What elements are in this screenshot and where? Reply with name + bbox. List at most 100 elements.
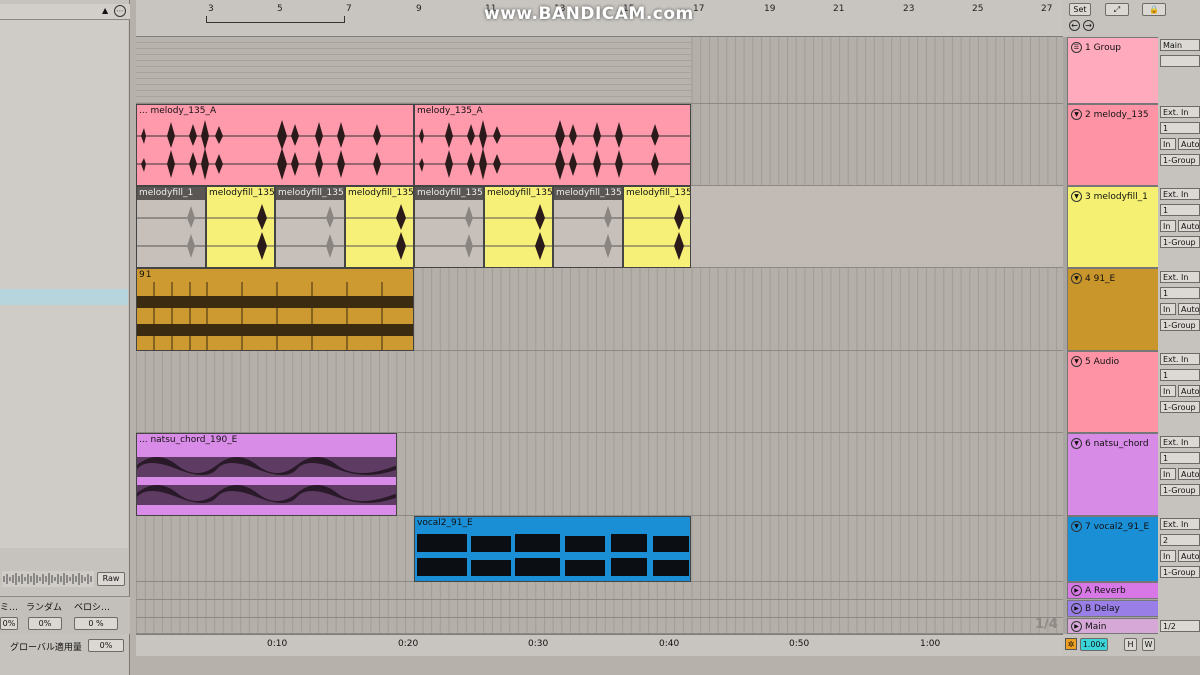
clip-melodyfill[interactable]: melodyfill_135 — [484, 186, 553, 268]
clip-melodyfill[interactable]: melodyfill_135 — [275, 186, 345, 268]
track-header-melodyfill[interactable]: ▼ 3 melodyfill_1 — [1067, 186, 1159, 268]
monitor-in-button[interactable]: In — [1160, 550, 1176, 562]
track-header-audio[interactable]: ▼ 5 Audio — [1067, 351, 1159, 433]
output-select[interactable]: 1-Group — [1160, 319, 1200, 331]
set-button[interactable]: Set — [1069, 3, 1091, 16]
track-header-drum[interactable]: ▼ 4 91_E — [1067, 268, 1159, 351]
monitor-auto-button[interactable]: Auto — [1178, 138, 1200, 150]
return-header-delay[interactable]: ▶ B Delay — [1067, 600, 1159, 617]
monitor-in-button[interactable]: In — [1160, 468, 1176, 480]
lane-delay[interactable] — [136, 600, 1063, 618]
play-icon[interactable]: ▶ — [1071, 585, 1082, 596]
bar-tick: 9 — [416, 4, 422, 14]
input-channel-select[interactable]: 1 — [1160, 452, 1200, 464]
fold-arrow-icon[interactable]: ▼ — [1071, 191, 1082, 202]
grid-fraction: 1/4 — [1035, 617, 1058, 632]
lane-group[interactable] — [136, 37, 1063, 104]
monitor-in-button[interactable]: In — [1160, 220, 1176, 232]
track-header-group[interactable]: ☰ 1 Group — [1067, 37, 1159, 104]
h-button[interactable]: H — [1124, 638, 1137, 651]
clip-melodyfill[interactable]: melodyfill_1 — [136, 186, 206, 268]
monitor-auto-button[interactable]: Auto — [1178, 385, 1200, 397]
fold-arrow-icon[interactable]: ▼ — [1071, 521, 1082, 532]
fold-arrow-icon[interactable]: ▼ — [1071, 356, 1082, 367]
more-options-icon[interactable]: ⋯ — [114, 5, 126, 17]
clip-melodyfill[interactable]: melodyfill_135 — [414, 186, 484, 268]
clip-waveform — [415, 206, 483, 258]
output-select-sub[interactable] — [1160, 55, 1200, 67]
w-button[interactable]: W — [1142, 638, 1155, 651]
back-arrow-icon[interactable]: ← — [1069, 20, 1080, 31]
group-fold-icon[interactable]: ☰ — [1071, 42, 1082, 53]
output-select[interactable]: 1-Group — [1160, 154, 1200, 166]
play-icon[interactable]: ▶ — [1071, 603, 1082, 614]
time-ruler[interactable]: 0:10 0:20 0:30 0:40 0:50 1:00 — [136, 634, 1063, 656]
fold-arrow-icon[interactable]: ▼ — [1071, 109, 1082, 120]
return-header-reverb[interactable]: ▶ A Reverb — [1067, 582, 1159, 599]
clip-melodyfill[interactable]: melodyfill_135 — [553, 186, 623, 268]
loop-brace[interactable] — [206, 16, 345, 23]
input-channel-select[interactable]: 1 — [1160, 204, 1200, 216]
master-output-select[interactable]: 1/2 — [1160, 620, 1200, 632]
monitor-auto-button[interactable]: Auto — [1178, 468, 1200, 480]
track-header-chord[interactable]: ▼ 6 natsu_chord — [1067, 433, 1159, 516]
input-type-select[interactable]: Ext. In — [1160, 188, 1200, 200]
clip-waveform — [417, 534, 689, 576]
clip-waveform — [346, 204, 413, 260]
groove-random-value[interactable]: 0% — [28, 617, 62, 630]
input-type-select[interactable]: Ext. In — [1160, 518, 1200, 530]
collapse-arrow-icon[interactable]: ▲ — [102, 6, 108, 15]
monitor-in-button[interactable]: In — [1160, 385, 1176, 397]
lane-main[interactable] — [136, 618, 1063, 634]
expand-icon[interactable]: ⤢ — [1105, 3, 1129, 16]
input-channel-select[interactable]: 1 — [1160, 369, 1200, 381]
sample-waveform-preview — [2, 571, 94, 587]
input-type-select[interactable]: Ext. In — [1160, 353, 1200, 365]
input-channel-select[interactable]: 2 — [1160, 534, 1200, 546]
forward-arrow-icon[interactable]: → — [1083, 20, 1094, 31]
output-select[interactable]: Main — [1160, 39, 1200, 51]
input-channel-select[interactable]: 1 — [1160, 287, 1200, 299]
lane-reverb[interactable] — [136, 582, 1063, 600]
fold-arrow-icon[interactable]: ▼ — [1071, 438, 1082, 449]
track-name: 3 melodyfill_1 — [1085, 192, 1148, 202]
output-select[interactable]: 1-Group — [1160, 484, 1200, 496]
browser-list[interactable] — [0, 20, 128, 548]
raw-button[interactable]: Raw — [97, 572, 125, 586]
play-icon[interactable]: ▶ — [1071, 621, 1082, 632]
monitor-in-button[interactable]: In — [1160, 138, 1176, 150]
clip-melody-1[interactable]: ... melody_135_A — [136, 104, 414, 186]
input-type-select[interactable]: Ext. In — [1160, 271, 1200, 283]
arrangement-view[interactable]: ... melody_135_A melody_135_A melodyfill… — [136, 37, 1063, 634]
output-select[interactable]: 1-Group — [1160, 236, 1200, 248]
clip-vocal[interactable]: vocal2_91_E — [414, 516, 691, 582]
output-select[interactable]: 1-Group — [1160, 566, 1200, 578]
groove-velocity-value[interactable]: 0 % — [74, 617, 118, 630]
monitor-in-button[interactable]: In — [1160, 303, 1176, 315]
clip-melody-2[interactable]: melody_135_A — [414, 104, 691, 186]
track-header-vocal[interactable]: ▼ 7 vocal2_91_E — [1067, 516, 1159, 582]
global-amount-value[interactable]: 0% — [88, 639, 124, 652]
input-type-select[interactable]: Ext. In — [1160, 436, 1200, 448]
clip-title: melodyfill_135 — [554, 187, 622, 200]
input-type-select[interactable]: Ext. In — [1160, 106, 1200, 118]
clip-melodyfill[interactable]: melodyfill_135 — [623, 186, 691, 268]
track-header-melody[interactable]: ▼ 2 melody_135 — [1067, 104, 1159, 186]
output-select[interactable]: 1-Group — [1160, 401, 1200, 413]
clip-drum[interactable]: 91 — [136, 268, 414, 351]
fold-arrow-icon[interactable]: ▼ — [1071, 273, 1082, 284]
clip-chord[interactable]: ... natsu_chord_190_E — [136, 433, 397, 516]
clip-melodyfill[interactable]: melodyfill_135 — [206, 186, 275, 268]
zoom-value[interactable]: 1.00x — [1080, 638, 1108, 651]
monitor-auto-button[interactable]: Auto — [1178, 220, 1200, 232]
monitor-auto-button[interactable]: Auto — [1178, 550, 1200, 562]
input-channel-select[interactable]: 1 — [1160, 122, 1200, 134]
groove-col-1-value[interactable]: 0% — [0, 617, 18, 630]
follow-icon[interactable]: ✲ — [1065, 638, 1077, 650]
master-header[interactable]: ▶ Main — [1067, 618, 1159, 634]
clip-melodyfill[interactable]: melodyfill_135 — [345, 186, 414, 268]
selected-list-item[interactable] — [0, 289, 128, 305]
monitor-auto-button[interactable]: Auto — [1178, 303, 1200, 315]
lane-audio[interactable] — [136, 351, 1063, 433]
lock-icon[interactable]: 🔒 — [1142, 3, 1166, 16]
